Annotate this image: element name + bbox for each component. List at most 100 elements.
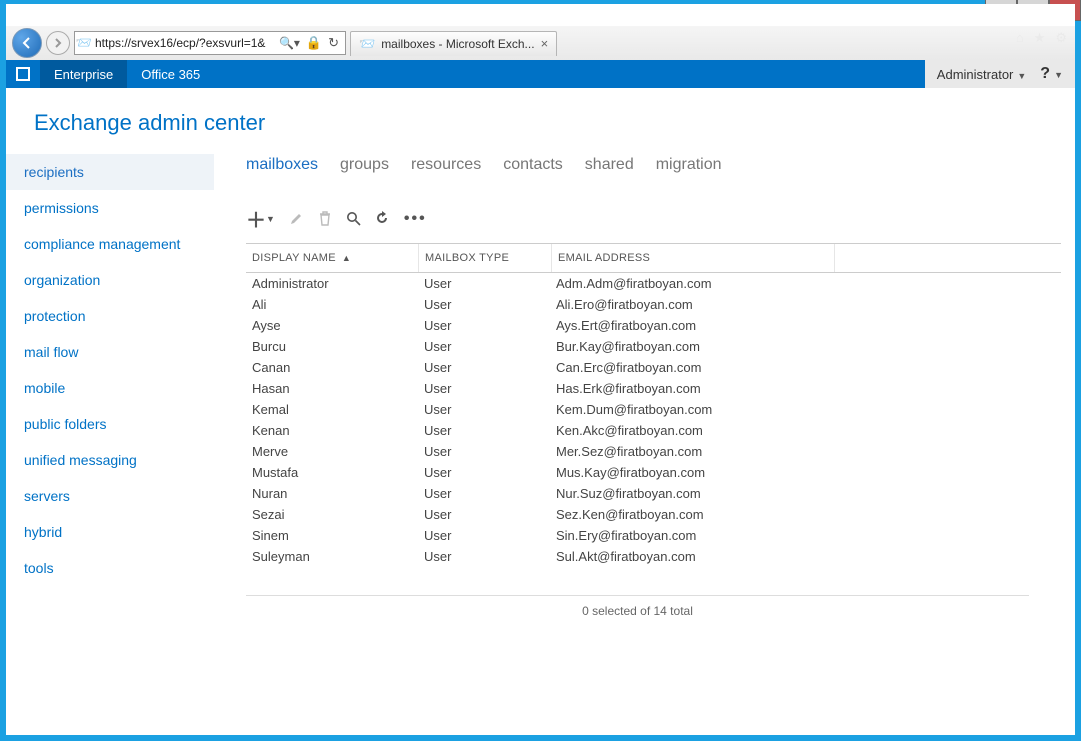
address-bar[interactable]: 📨 https://srvex16/ecp/?exsvurl=1& 🔍▾ 🔒 ↻ <box>74 31 346 55</box>
toolbar-edit-button[interactable] <box>289 211 304 226</box>
sidebar-item-mail-flow[interactable]: mail flow <box>6 334 214 370</box>
caret-down-icon: ▼ <box>1054 70 1063 80</box>
cell-display-name: Kenan <box>246 420 418 441</box>
mailbox-row[interactable]: SinemUserSin.Ery@firatboyan.com <box>246 525 1061 546</box>
tab-favicon: 📨 <box>359 36 375 52</box>
cell-email: Sul.Akt@firatboyan.com <box>550 546 832 567</box>
sidebar-item-public-folders[interactable]: public folders <box>6 406 214 442</box>
pencil-icon <box>289 211 304 226</box>
tab-close-button[interactable]: × <box>541 36 549 51</box>
mailbox-row[interactable]: NuranUserNur.Suz@firatboyan.com <box>246 483 1061 504</box>
browser-toolbar: 📨 https://srvex16/ecp/?exsvurl=1& 🔍▾ 🔒 ↻… <box>6 26 1075 61</box>
toolbar-more-button[interactable]: ••• <box>404 210 427 228</box>
cell-display-name: Hasan <box>246 378 418 399</box>
tab-shared[interactable]: shared <box>585 156 634 174</box>
refresh-icon <box>375 211 390 226</box>
cell-mailbox-type: User <box>418 294 550 315</box>
sidebar-item-permissions[interactable]: permissions <box>6 190 214 226</box>
search-icon <box>346 211 361 226</box>
cell-mailbox-type: User <box>418 273 550 294</box>
cell-mailbox-type: User <box>418 462 550 483</box>
cell-display-name: Administrator <box>246 273 418 294</box>
tab-mailboxes[interactable]: mailboxes <box>246 156 318 174</box>
browser-forward-button[interactable] <box>46 31 70 55</box>
cell-email: Adm.Adm@firatboyan.com <box>550 273 832 294</box>
ribbon-admin-menu[interactable]: Administrator▼ <box>937 67 1027 82</box>
browser-tab[interactable]: 📨 mailboxes - Microsoft Exch... × <box>350 31 557 56</box>
cell-mailbox-type: User <box>418 504 550 525</box>
cell-email: Ays.Ert@firatboyan.com <box>550 315 832 336</box>
sidebar-item-tools[interactable]: tools <box>6 550 214 586</box>
mailbox-row[interactable]: AdministratorUserAdm.Adm@firatboyan.com <box>246 273 1061 294</box>
cell-display-name: Sezai <box>246 504 418 525</box>
cell-display-name: Canan <box>246 357 418 378</box>
sidebar-item-mobile[interactable]: mobile <box>6 370 214 406</box>
home-icon[interactable]: ⌂ <box>1016 30 1024 46</box>
ssl-lock-icon[interactable]: 🔒 <box>306 35 322 51</box>
cell-email: Mer.Sez@firatboyan.com <box>550 441 832 462</box>
cell-email: Has.Erk@firatboyan.com <box>550 378 832 399</box>
cell-email: Can.Erc@firatboyan.com <box>550 357 832 378</box>
mailbox-row[interactable]: HasanUserHas.Erk@firatboyan.com <box>246 378 1061 399</box>
list-toolbar: ＋▼ ••• <box>214 188 1061 243</box>
toolbar-search-button[interactable] <box>346 211 361 226</box>
ribbon-enterprise[interactable]: Enterprise <box>40 60 127 88</box>
sidebar-item-organization[interactable]: organization <box>6 262 214 298</box>
cell-display-name: Burcu <box>246 336 418 357</box>
cell-email: Ken.Akc@firatboyan.com <box>550 420 832 441</box>
arrow-left-icon <box>20 36 34 50</box>
sidebar-item-unified-messaging[interactable]: unified messaging <box>6 442 214 478</box>
ribbon-help-menu[interactable]: ?▼ <box>1040 65 1063 83</box>
cell-email: Ali.Ero@firatboyan.com <box>550 294 832 315</box>
mailbox-row[interactable]: KemalUserKem.Dum@firatboyan.com <box>246 399 1061 420</box>
mailbox-row[interactable]: MustafaUserMus.Kay@firatboyan.com <box>246 462 1061 483</box>
cell-mailbox-type: User <box>418 546 550 567</box>
page-title: Exchange admin center <box>6 88 1075 150</box>
mailbox-row[interactable]: BurcuUserBur.Kay@firatboyan.com <box>246 336 1061 357</box>
cell-mailbox-type: User <box>418 357 550 378</box>
cell-email: Nur.Suz@firatboyan.com <box>550 483 832 504</box>
cell-mailbox-type: User <box>418 525 550 546</box>
sidebar-item-servers[interactable]: servers <box>6 478 214 514</box>
cell-display-name: Kemal <box>246 399 418 420</box>
toolbar-refresh-button[interactable] <box>375 211 390 226</box>
tools-gear-icon[interactable]: ⚙ <box>1055 30 1067 46</box>
mailbox-row[interactable]: KenanUserKen.Akc@firatboyan.com <box>246 420 1061 441</box>
browser-refresh-button[interactable]: ↻ <box>328 35 339 51</box>
cell-email: Mus.Kay@firatboyan.com <box>550 462 832 483</box>
tab-migration[interactable]: migration <box>656 156 722 174</box>
sidebar-item-protection[interactable]: protection <box>6 298 214 334</box>
cell-email: Sin.Ery@firatboyan.com <box>550 525 832 546</box>
cell-display-name: Ali <box>246 294 418 315</box>
ribbon-office365[interactable]: Office 365 <box>127 60 214 88</box>
col-mailbox-type[interactable]: MAILBOX TYPE <box>419 244 552 272</box>
favorites-icon[interactable]: ★ <box>1034 30 1046 46</box>
toolbar-new-button[interactable]: ＋▼ <box>246 204 275 233</box>
sidebar-item-compliance-management[interactable]: compliance management <box>6 226 214 262</box>
mailbox-row[interactable]: SuleymanUserSul.Akt@firatboyan.com <box>246 546 1061 567</box>
tab-resources[interactable]: resources <box>411 156 481 174</box>
top-ribbon: Enterprise Office 365 Administrator▼ ?▼ <box>6 60 1075 88</box>
cell-email: Bur.Kay@firatboyan.com <box>550 336 832 357</box>
mailbox-row[interactable]: MerveUserMer.Sez@firatboyan.com <box>246 441 1061 462</box>
cell-email: Kem.Dum@firatboyan.com <box>550 399 832 420</box>
mailbox-row[interactable]: SezaiUserSez.Ken@firatboyan.com <box>246 504 1061 525</box>
sidebar-item-hybrid[interactable]: hybrid <box>6 514 214 550</box>
col-display-name[interactable]: DISPLAY NAME ▲ <box>246 244 419 272</box>
cell-display-name: Suleyman <box>246 546 418 567</box>
tab-contacts[interactable]: contacts <box>503 156 563 174</box>
browser-back-button[interactable] <box>12 28 42 58</box>
mailbox-row[interactable]: CananUserCan.Erc@firatboyan.com <box>246 357 1061 378</box>
col-email-address[interactable]: EMAIL ADDRESS <box>552 244 835 272</box>
toolbar-delete-button[interactable] <box>318 211 332 226</box>
cell-display-name: Ayse <box>246 315 418 336</box>
office-logo-icon[interactable] <box>6 66 40 82</box>
sidebar-item-recipients[interactable]: recipients <box>6 154 214 190</box>
grid-header: DISPLAY NAME ▲ MAILBOX TYPE EMAIL ADDRES… <box>246 243 1061 273</box>
tab-groups[interactable]: groups <box>340 156 389 174</box>
mailbox-row[interactable]: AyseUserAys.Ert@firatboyan.com <box>246 315 1061 336</box>
cell-email: Sez.Ken@firatboyan.com <box>550 504 832 525</box>
mailbox-row[interactable]: AliUserAli.Ero@firatboyan.com <box>246 294 1061 315</box>
search-dropdown-icon[interactable]: 🔍▾ <box>279 36 300 50</box>
recipients-tabs: mailboxes groups resources contacts shared mi… <box>214 150 1061 188</box>
